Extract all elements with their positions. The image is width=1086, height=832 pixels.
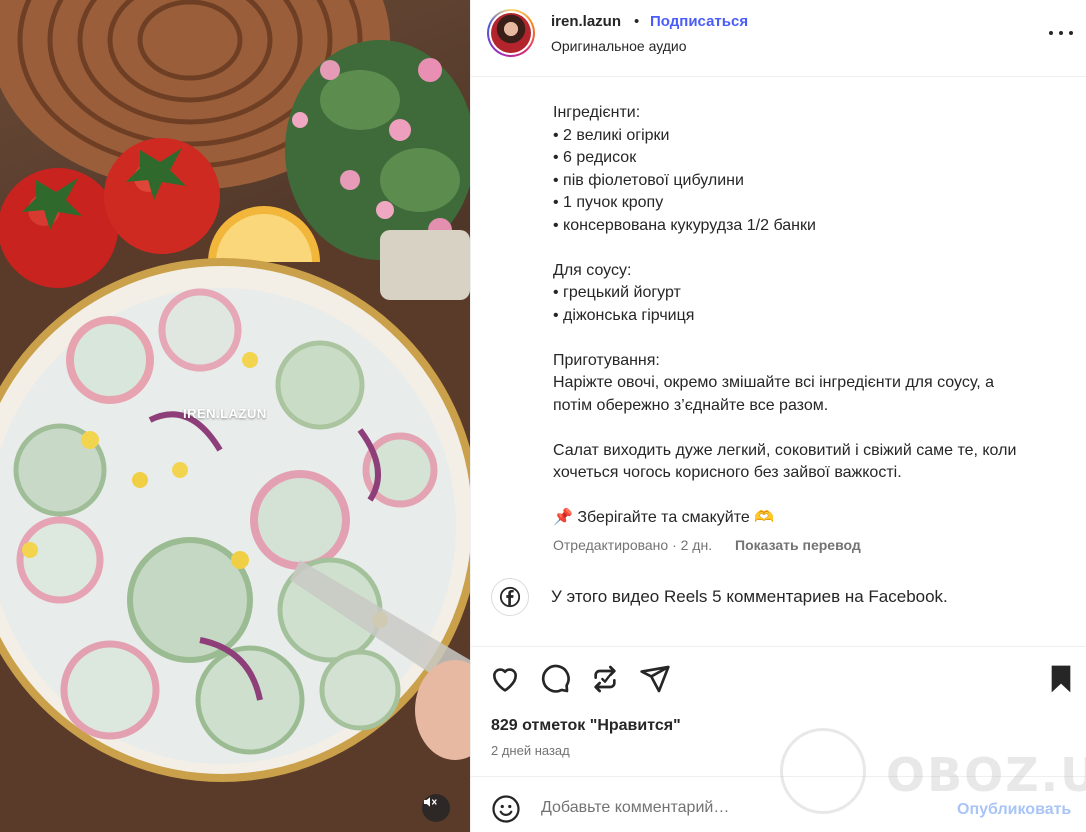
caption-line: • 6 редисок (553, 149, 637, 166)
action-bar: 829 отметок "Нравится" 2 дней назад (471, 646, 1086, 776)
caption-line: • пів фіолетової цибулини (553, 171, 744, 189)
emoji-icon[interactable] (491, 794, 521, 824)
caption-line: хочеться чогось корисного без зайвої важ… (553, 464, 902, 481)
more-horizontal-icon (1049, 31, 1053, 35)
send-icon[interactable] (639, 663, 671, 695)
edited-meta: Отредактировано · 2 дн. (553, 537, 713, 553)
caption-line: Інгредієнти: (553, 104, 641, 121)
translate-button[interactable]: Показать перевод (735, 537, 861, 553)
caption-line: потім обережно з’єднайте все разом. (553, 396, 829, 414)
caption-line: • 1 пучок кропу (553, 194, 664, 211)
publish-button[interactable]: Опубликовать (957, 801, 1071, 819)
caption-line: Наріжте овочі, окремо змішайте всі інгре… (553, 374, 995, 391)
post-time: 2 дней назад (491, 743, 570, 758)
likes-count[interactable]: 829 отметок "Нравится" (491, 717, 681, 735)
reel-video[interactable]: IREN.LAZUN (0, 0, 470, 832)
audio-link[interactable]: Оригинальное аудио (551, 38, 687, 54)
separator-dot: • (634, 13, 640, 30)
caption-line: Салат виходить дуже легкий, соковитий і … (553, 441, 1017, 459)
username-link[interactable]: iren.lazun (551, 13, 621, 30)
comment-bar: Опубликовать (471, 776, 1086, 832)
heart-icon[interactable] (489, 663, 521, 695)
comment-icon[interactable] (539, 663, 571, 695)
caption-line: Приготування: (553, 351, 660, 369)
avatar-image (491, 13, 531, 53)
caption-line: • діжонська гірчиця (553, 306, 695, 324)
speaker-muted-icon (424, 797, 437, 807)
facebook-icon (491, 578, 529, 616)
bookmark-icon[interactable] (1045, 663, 1077, 695)
facebook-comments-text: У этого видео Reels 5 комментариев на Fa… (551, 587, 948, 606)
facebook-comments-row[interactable]: У этого видео Reels 5 комментариев на Fa… (491, 578, 1071, 616)
post-caption: Інгредієнти: • 2 великі огірки • 6 редис… (553, 102, 1053, 530)
mute-button[interactable] (422, 794, 450, 822)
caption-line: • 2 великі огірки (553, 126, 670, 144)
avatar[interactable] (487, 9, 535, 57)
follow-button[interactable]: Подписаться (650, 13, 748, 30)
caption-line: 📌 Зберігайте та смакуйте 🫶 (553, 509, 775, 526)
repost-icon[interactable] (589, 663, 621, 695)
post-panel: iren.lazun • Подписаться Оригинальное ау… (470, 0, 1086, 832)
caption-line: Для соусу: (553, 261, 632, 279)
video-watermark: IREN.LAZUN (183, 406, 267, 421)
caption-line: • консервована кукурудза 1/2 банки (553, 216, 816, 234)
caption-line: • грецький йогурт (553, 284, 681, 301)
more-options-button[interactable] (1049, 24, 1073, 42)
post-header: iren.lazun • Подписаться Оригинальное ау… (471, 0, 1086, 77)
comment-input[interactable] (541, 799, 901, 817)
